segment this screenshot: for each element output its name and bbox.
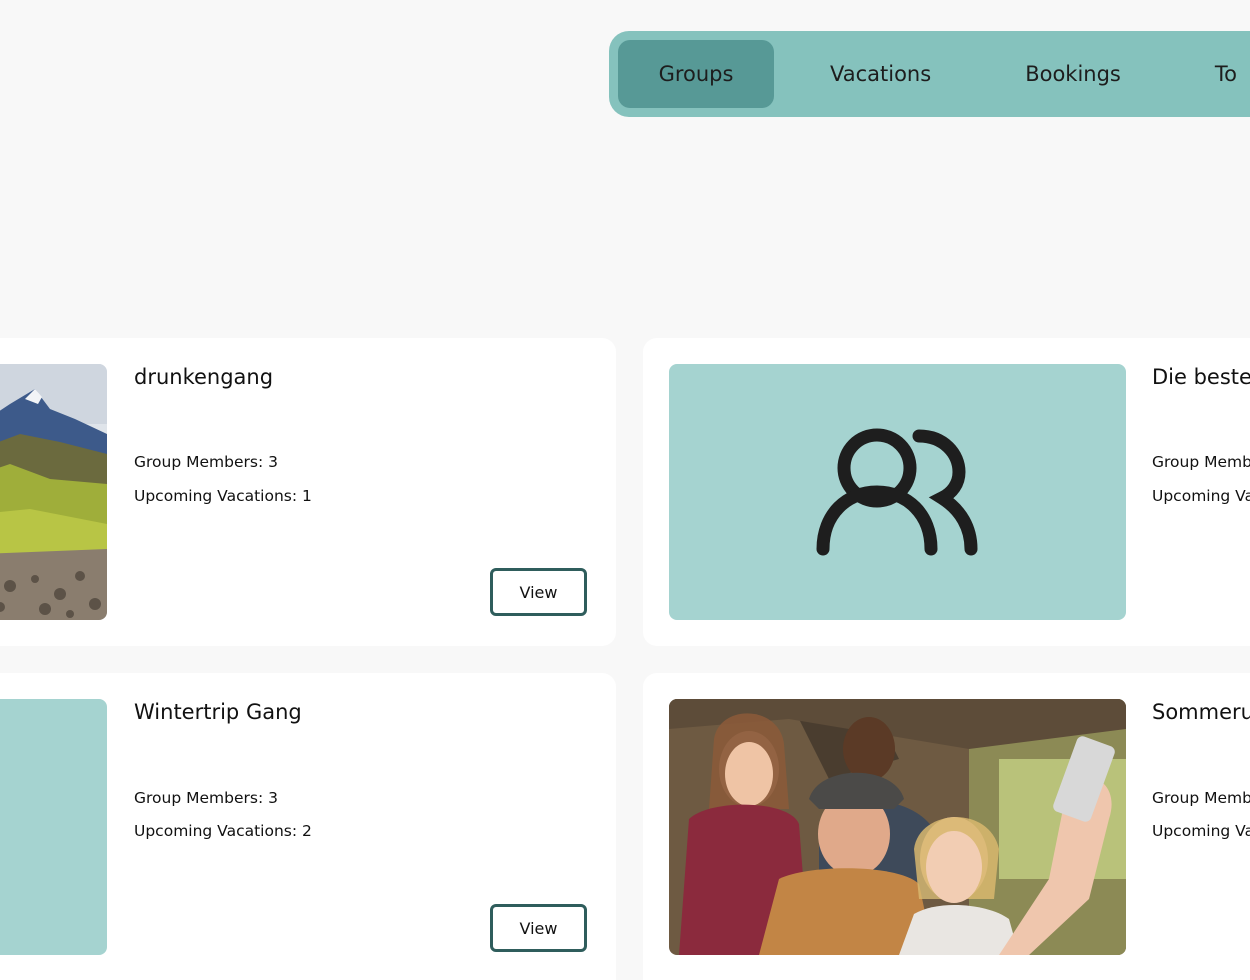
nav-tab-vacations[interactable]: Vacations bbox=[830, 40, 931, 108]
group-card-wintertrip-gang: Wintertrip Gang Group Members: 3 Upcomin… bbox=[0, 673, 616, 980]
group-title: Wintertrip Gang bbox=[134, 700, 302, 724]
nav-tab-bookings[interactable]: Bookings bbox=[1025, 40, 1121, 108]
view-button[interactable]: View bbox=[490, 904, 587, 952]
view-button[interactable]: View bbox=[490, 568, 587, 616]
group-title: drunkengang bbox=[134, 365, 274, 389]
mountain-landscape-photo bbox=[0, 364, 107, 620]
group-members-count: Group Memb bbox=[1152, 453, 1250, 471]
groups-page: Groups Vacations Bookings To drunkengang… bbox=[0, 0, 1250, 980]
nav-tab-groups[interactable]: Groups bbox=[618, 40, 774, 108]
upcoming-vacations-count: Upcoming Vacations: 2 bbox=[134, 822, 312, 840]
friends-selfie-photo bbox=[669, 699, 1126, 955]
group-card-die-beste: Die beste Group Memb Upcoming Va bbox=[643, 338, 1250, 646]
upcoming-vacations-count: Upcoming Va bbox=[1152, 822, 1250, 840]
group-members-count: Group Members: 3 bbox=[134, 453, 278, 471]
group-title: Die beste bbox=[1152, 365, 1250, 389]
upcoming-vacations-count: Upcoming Va bbox=[1152, 487, 1250, 505]
group-members-count: Group Members: 3 bbox=[134, 789, 278, 807]
placeholder-teal bbox=[0, 699, 107, 955]
group-card-sommeru: Sommeru Group Memb Upcoming Va bbox=[643, 673, 1250, 980]
nav-tab-to[interactable]: To bbox=[1215, 40, 1237, 108]
main-nav: Groups Vacations Bookings To bbox=[609, 31, 1250, 117]
group-title: Sommeru bbox=[1152, 700, 1250, 724]
people-icon bbox=[816, 428, 978, 556]
group-placeholder-icon bbox=[669, 364, 1126, 620]
group-members-count: Group Memb bbox=[1152, 789, 1250, 807]
group-card-drunkengang: drunkengang Group Members: 3 Upcoming Va… bbox=[0, 338, 616, 646]
upcoming-vacations-count: Upcoming Vacations: 1 bbox=[134, 487, 312, 505]
